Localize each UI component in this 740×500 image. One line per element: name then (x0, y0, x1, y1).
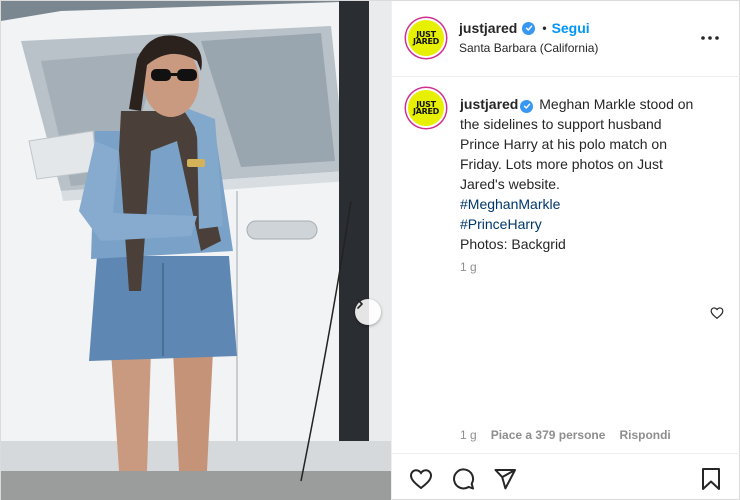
likes-count[interactable]: Piace a 379 persone (491, 428, 606, 442)
post-actions-bar (392, 453, 740, 500)
caption-line: Friday. Lots more photos on Just (460, 156, 663, 172)
separator-dot: • (542, 21, 547, 35)
author-username[interactable]: justjared (459, 20, 517, 36)
brand-logo: JUST JARED (413, 30, 439, 46)
caption-line: Meghan Markle stood on (539, 96, 694, 112)
author-row: justjared • Segui (459, 20, 590, 36)
post-photo[interactable] (1, 1, 391, 500)
heart-icon (409, 469, 433, 490)
caption-line: the sidelines to support husband (460, 116, 662, 132)
caption-line: Prince Harry at his polo match on (460, 136, 667, 152)
bookmark-icon (702, 468, 720, 490)
more-options-icon (701, 36, 719, 40)
comment-icon (453, 468, 475, 490)
more-options-button[interactable] (697, 25, 723, 51)
instagram-post-window: JUST JARED justjared • Segui Santa Barba… (0, 0, 740, 500)
caption-username[interactable]: justjared (460, 96, 518, 112)
share-button[interactable] (492, 466, 518, 492)
reply-button[interactable]: Rispondi (619, 428, 670, 442)
next-photo-button[interactable] (355, 299, 381, 325)
verified-badge-icon (520, 99, 534, 113)
comment-button[interactable] (450, 466, 476, 492)
caption-timestamp: 1 g (460, 260, 477, 274)
like-caption-button[interactable] (710, 306, 724, 320)
photo-illustration (1, 1, 391, 500)
caption-section: JUST JARED justjared Meghan Markle stood… (392, 78, 740, 452)
caption-line: Jared's website. (460, 176, 560, 192)
save-button[interactable] (698, 466, 724, 492)
like-button[interactable] (408, 466, 434, 492)
chevron-right-icon (357, 299, 363, 309)
heart-icon (710, 307, 724, 319)
comment-meta: 1 g Piace a 379 persone Rispondi (460, 428, 671, 442)
hashtag-link[interactable]: #PrinceHarry (460, 214, 732, 234)
send-icon (494, 469, 516, 490)
post-side-panel: JUST JARED justjared • Segui Santa Barba… (391, 1, 740, 500)
logo-line-2: JARED (413, 107, 439, 116)
caption-text: justjared Meghan Markle stood on the sid… (460, 94, 732, 254)
caption-avatar[interactable]: JUST JARED (406, 88, 446, 128)
comment-age: 1 g (460, 428, 477, 442)
logo-line-2: JARED (413, 37, 439, 46)
hashtag-link[interactable]: #MeghanMarkle (460, 194, 732, 214)
follow-button[interactable]: Segui (552, 20, 590, 36)
post-location[interactable]: Santa Barbara (California) (459, 41, 598, 55)
verified-badge-icon (522, 21, 536, 35)
photo-credit: Photos: Backgrid (460, 236, 566, 252)
author-avatar[interactable]: JUST JARED (406, 18, 446, 58)
post-header: JUST JARED justjared • Segui Santa Barba… (392, 1, 740, 77)
brand-logo: JUST JARED (413, 100, 439, 116)
